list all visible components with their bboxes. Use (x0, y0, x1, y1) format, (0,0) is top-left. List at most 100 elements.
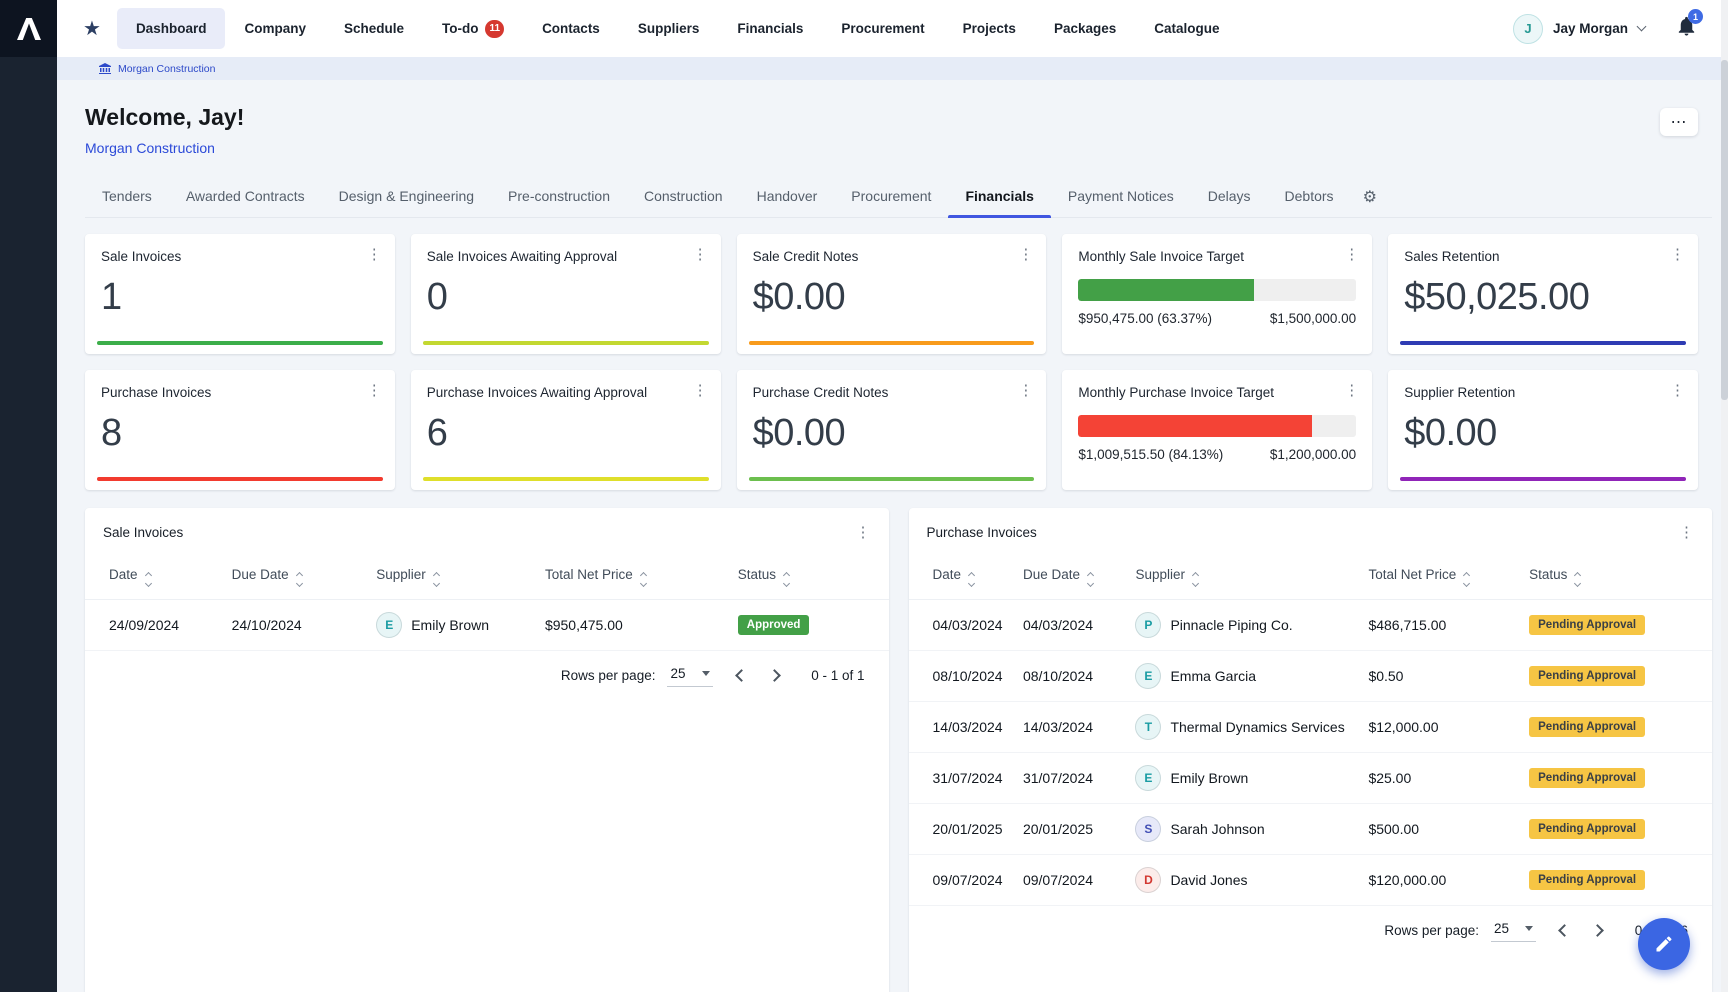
next-page-icon[interactable] (768, 669, 781, 682)
card-menu-icon[interactable]: ⋮ (693, 247, 708, 262)
next-page-icon[interactable] (1591, 924, 1604, 937)
card-menu-icon[interactable]: ⋮ (1018, 383, 1033, 398)
cell-due-date: 31/07/2024 (1013, 753, 1125, 804)
nav-item-financials[interactable]: Financials (718, 8, 822, 49)
nav-item-company[interactable]: Company (225, 8, 325, 49)
nav-item-todo[interactable]: To-do 11 (423, 8, 523, 49)
table-row[interactable]: 09/07/2024 09/07/2024 D David Jones $120… (909, 855, 1713, 906)
notifications-bell[interactable]: 1 (1675, 14, 1698, 43)
tab-tenders[interactable]: Tenders (85, 176, 169, 217)
nav-item-dashboard[interactable]: Dashboard (117, 8, 226, 49)
card-purchase-credit-notes[interactable]: Purchase Credit Notes ⋮ $0.00 (737, 370, 1047, 490)
card-sale-credit-notes[interactable]: Sale Credit Notes ⋮ $0.00 (737, 234, 1047, 354)
vertical-scrollbar[interactable] (1721, 0, 1728, 992)
nav-item-procurement[interactable]: Procurement (822, 8, 943, 49)
todo-count-badge: 11 (485, 20, 504, 38)
card-menu-icon[interactable]: ⋮ (1018, 247, 1033, 262)
col-header-date[interactable]: Date (909, 554, 1013, 600)
favorites-star-icon[interactable]: ★ (83, 16, 101, 41)
card-accent-bar (749, 477, 1035, 481)
nav-item-schedule[interactable]: Schedule (325, 8, 423, 49)
tab-debtors[interactable]: Debtors (1268, 176, 1351, 217)
main-area: ★ Dashboard Company Schedule To-do 11 Co… (57, 0, 1728, 992)
nav-item-projects[interactable]: Projects (944, 8, 1035, 49)
tab-handover[interactable]: Handover (740, 176, 835, 217)
sale-invoices-panel: Sale Invoices ⋮ Date Due Date Supplier T… (85, 508, 889, 992)
company-link[interactable]: Morgan Construction (85, 140, 244, 156)
chevron-down-icon (1637, 22, 1647, 32)
nav-item-catalogue[interactable]: Catalogue (1135, 8, 1238, 49)
card-supplier-retention[interactable]: Supplier Retention ⋮ $0.00 (1388, 370, 1698, 490)
cell-total: $950,475.00 (535, 600, 728, 651)
card-monthly-purchase-invoice-target[interactable]: Monthly Purchase Invoice Target ⋮ $1,009… (1062, 370, 1372, 490)
scrollbar-thumb[interactable] (1721, 60, 1728, 400)
card-purchase-invoices-awaiting-approval[interactable]: Purchase Invoices Awaiting Approval ⋮ 6 (411, 370, 721, 490)
app-logo[interactable] (0, 0, 57, 57)
tab-pre-construction[interactable]: Pre-construction (491, 176, 627, 217)
tab-design-engineering[interactable]: Design & Engineering (322, 176, 491, 217)
card-sale-invoices[interactable]: Sale Invoices ⋮ 1 (85, 234, 395, 354)
card-menu-icon[interactable]: ⋮ (1670, 247, 1685, 262)
table-row[interactable]: 24/09/2024 24/10/2024 E Emily Brown $950… (85, 600, 889, 651)
sort-icon (1575, 573, 1580, 586)
table-row[interactable]: 31/07/2024 31/07/2024 E Emily Brown $25.… (909, 753, 1713, 804)
user-avatar: J (1513, 14, 1543, 44)
card-accent-bar (97, 341, 383, 345)
table-row[interactable]: 20/01/2025 20/01/2025 S Sarah Johnson $5… (909, 804, 1713, 855)
prev-page-icon[interactable] (735, 669, 748, 682)
supplier-avatar: P (1135, 612, 1161, 638)
nav-item-contacts[interactable]: Contacts (523, 8, 619, 49)
card-menu-icon[interactable]: ⋮ (367, 383, 382, 398)
sale-target-progress-track (1078, 279, 1356, 301)
col-header-supplier[interactable]: Supplier (366, 554, 535, 600)
tab-financials[interactable]: Financials (948, 176, 1050, 217)
col-header-total-net-price[interactable]: Total Net Price (1358, 554, 1519, 600)
card-purchase-invoices[interactable]: Purchase Invoices ⋮ 8 (85, 370, 395, 490)
nav-item-packages[interactable]: Packages (1035, 8, 1135, 49)
panel-menu-icon[interactable]: ⋮ (856, 525, 871, 540)
col-header-supplier[interactable]: Supplier (1125, 554, 1358, 600)
breadcrumb-company-link[interactable]: Morgan Construction (118, 63, 215, 75)
col-header-status[interactable]: Status (1519, 554, 1712, 600)
rows-per-page-select[interactable]: 25 (1491, 919, 1536, 942)
supplier-avatar: E (1135, 663, 1161, 689)
page-more-button[interactable]: ⋯ (1660, 108, 1698, 136)
panel-menu-icon[interactable]: ⋮ (1679, 525, 1694, 540)
card-menu-icon[interactable]: ⋮ (1344, 247, 1359, 262)
card-sale-invoices-awaiting-approval[interactable]: Sale Invoices Awaiting Approval ⋮ 0 (411, 234, 721, 354)
breadcrumb: Morgan Construction (57, 57, 1728, 80)
card-menu-icon[interactable]: ⋮ (1344, 383, 1359, 398)
card-menu-icon[interactable]: ⋮ (1670, 383, 1685, 398)
tab-delays[interactable]: Delays (1191, 176, 1268, 217)
col-header-date[interactable]: Date (85, 554, 222, 600)
cell-due-date: 14/03/2024 (1013, 702, 1125, 753)
sort-icon (1464, 573, 1469, 586)
table-row[interactable]: 08/10/2024 08/10/2024 E Emma Garcia $0.5… (909, 651, 1713, 702)
edit-fab-button[interactable] (1638, 918, 1690, 970)
col-header-due-date[interactable]: Due Date (222, 554, 367, 600)
col-header-due-date[interactable]: Due Date (1013, 554, 1125, 600)
rows-per-page-select[interactable]: 25 (667, 664, 712, 687)
card-monthly-sale-invoice-target[interactable]: Monthly Sale Invoice Target ⋮ $950,475.0… (1062, 234, 1372, 354)
nav-item-suppliers[interactable]: Suppliers (619, 8, 719, 49)
tabs-settings-gear-icon[interactable]: ⚙ (1351, 187, 1389, 207)
sale-invoices-table: Date Due Date Supplier Total Net Price S… (85, 554, 889, 651)
cell-total: $12,000.00 (1358, 702, 1519, 753)
card-menu-icon[interactable]: ⋮ (367, 247, 382, 262)
sort-icon (1193, 573, 1198, 586)
tab-procurement[interactable]: Procurement (834, 176, 948, 217)
col-header-total-net-price[interactable]: Total Net Price (535, 554, 728, 600)
tab-construction[interactable]: Construction (627, 176, 740, 217)
table-row[interactable]: 04/03/2024 04/03/2024 P Pinnacle Piping … (909, 600, 1713, 651)
tab-payment-notices[interactable]: Payment Notices (1051, 176, 1191, 217)
card-sales-retention[interactable]: Sales Retention ⋮ $50,025.00 (1388, 234, 1698, 354)
card-menu-icon[interactable]: ⋮ (693, 383, 708, 398)
cell-supplier: Sarah Johnson (1170, 821, 1264, 837)
table-row[interactable]: 14/03/2024 14/03/2024 T Thermal Dynamics… (909, 702, 1713, 753)
prev-page-icon[interactable] (1558, 924, 1571, 937)
user-menu[interactable]: J Jay Morgan (1513, 14, 1645, 44)
card-value: 1 (101, 276, 379, 319)
tab-awarded-contracts[interactable]: Awarded Contracts (169, 176, 322, 217)
purchase-target-current: $1,009,515.50 (84.13%) (1078, 447, 1223, 462)
col-header-status[interactable]: Status (728, 554, 889, 600)
